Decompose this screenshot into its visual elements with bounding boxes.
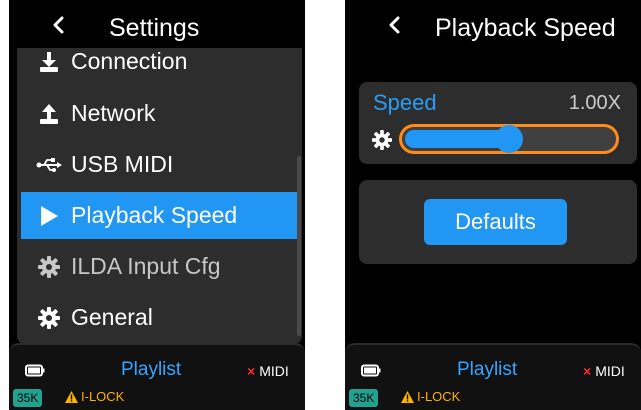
chevron-left-icon[interactable] [51,16,65,34]
status-bar: Playlist × MIDI 35K I-LOCK [345,343,641,410]
menu-item-label: Connection [71,48,188,74]
menu-item-usb-midi[interactable]: USB MIDI [21,141,298,188]
defaults-card: Defaults [359,180,637,264]
battery-icon [25,364,45,377]
lock-status: I-LOCK [65,389,124,404]
chevron-left-icon[interactable] [387,16,401,34]
midi-label: MIDI [259,363,289,379]
menu-item-label: General [71,304,153,330]
page-title: Playback Speed [435,14,616,42]
slider-knob[interactable] [495,125,523,153]
warning-icon [65,390,78,403]
menu-item-label: USB MIDI [71,151,174,177]
settings-screen: Settings Connection Network USB MIDI Pla… [9,0,305,410]
menu-item-network[interactable]: Network [21,90,298,137]
status-badge: 35K [13,389,43,407]
gear-icon [27,294,71,341]
gear-icon [27,243,71,290]
lock-label: I-LOCK [81,389,125,404]
lock-label: I-LOCK [417,389,461,404]
speed-slider[interactable] [399,124,619,154]
status-mode: Playlist [121,359,182,380]
menu-item-playback-speed[interactable]: Playback Speed [21,192,298,239]
menu-item-label: ILDA Input Cfg [71,253,221,279]
menu-item-connection[interactable]: Connection [21,48,298,85]
gear-icon [372,130,392,150]
menu-item-ilda-input-cfg[interactable]: ILDA Input Cfg [21,243,298,290]
usb-icon [27,141,71,188]
header: Settings [9,0,305,48]
midi-label: MIDI [595,363,625,379]
midi-status: × MIDI [583,363,625,379]
lock-status: I-LOCK [401,389,460,404]
page-title: Settings [109,14,200,42]
play-icon [27,192,71,239]
defaults-button[interactable]: Defaults [424,199,567,245]
speed-label: Speed [373,90,437,115]
menu-item-label: Network [71,100,156,126]
menu-item-general[interactable]: General [21,294,298,341]
status-bar: Playlist × MIDI 35K I-LOCK [9,343,305,410]
upload-icon [27,90,71,137]
status-badge: 35K [349,389,379,407]
header: Playback Speed [345,0,641,48]
speed-value: 1.00X [568,92,621,114]
error-icon: × [583,363,592,379]
error-icon: × [247,363,256,379]
scrollbar[interactable] [297,156,301,336]
menu-item-label: Playback Speed [71,202,238,228]
battery-icon [361,364,381,377]
speed-card: Speed 1.00X [359,82,637,164]
status-mode: Playlist [457,359,518,380]
warning-icon [401,390,414,403]
playback-speed-screen: Playback Speed Speed 1.00X Defaults Play… [345,0,641,410]
settings-menu: Connection Network USB MIDI Playback Spe… [17,48,302,344]
download-icon [27,48,71,85]
midi-status: × MIDI [247,363,289,379]
